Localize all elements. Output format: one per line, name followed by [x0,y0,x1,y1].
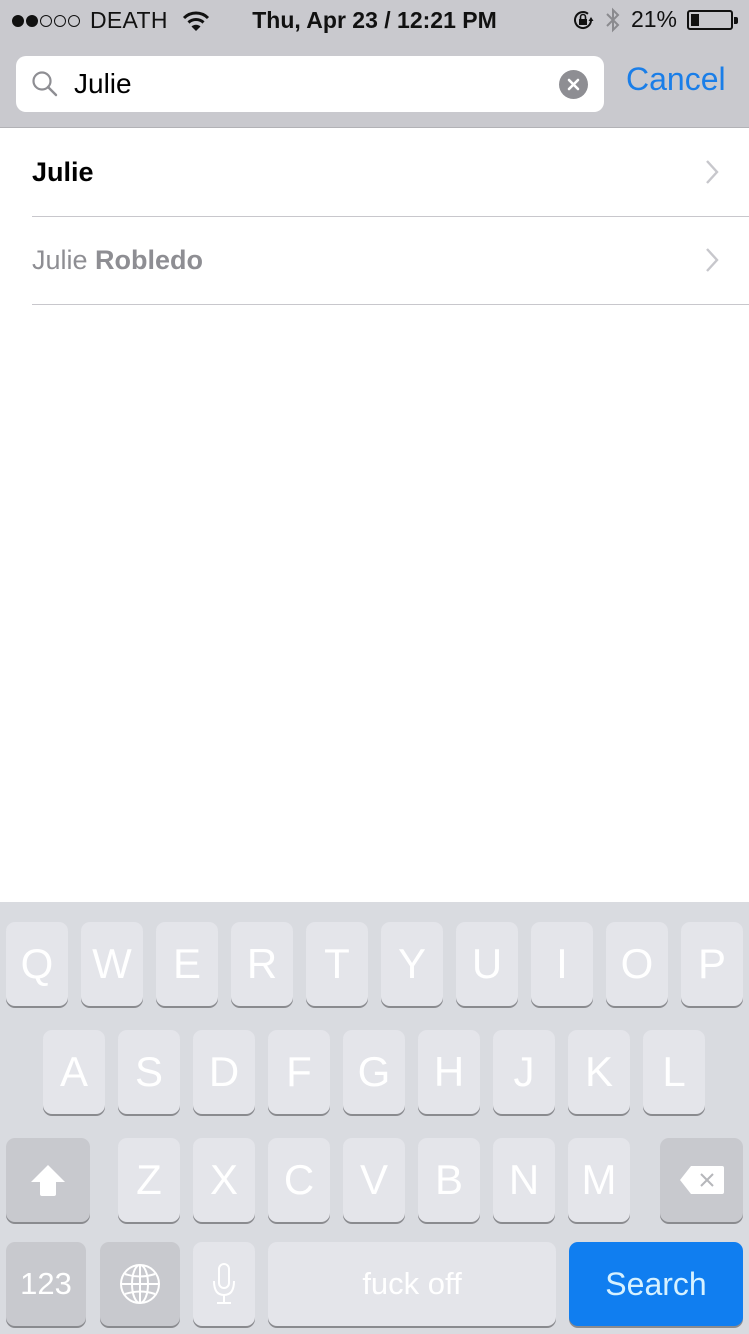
status-bar: DEATH Thu, Apr 23 / 12:21 PM 21% [0,0,749,42]
globe-key[interactable] [100,1242,180,1326]
delete-key[interactable] [660,1138,743,1222]
key-t[interactable]: T [306,922,368,1006]
key-p[interactable]: P [681,922,743,1006]
key-o[interactable]: O [606,922,668,1006]
key-j[interactable]: J [493,1030,555,1114]
key-e[interactable]: E [156,922,218,1006]
contact-name: Julie Robledo [32,245,203,276]
list-item[interactable]: Julie [32,129,749,217]
key-y[interactable]: Y [381,922,443,1006]
cancel-button[interactable]: Cancel [626,61,726,98]
key-h[interactable]: H [418,1030,480,1114]
key-i[interactable]: I [531,922,593,1006]
shift-key[interactable] [6,1138,90,1222]
battery-icon [687,9,738,30]
key-v[interactable]: V [343,1138,405,1222]
key-d[interactable]: D [193,1030,255,1114]
keyboard: QWERTYUIOP ASDFGHJKL ZXCVBNM 123 fuck of… [0,902,749,1334]
bluetooth-icon [606,7,620,32]
key-m[interactable]: M [568,1138,630,1222]
microphone-icon [213,1263,235,1304]
contact-first-name: Julie [32,245,88,275]
backspace-icon [679,1166,724,1194]
contact-name: Julie [32,157,94,188]
shift-arrow-icon [31,1165,65,1196]
key-s[interactable]: S [118,1030,180,1114]
key-k[interactable]: K [568,1030,630,1114]
search-icon [32,71,58,97]
battery-percent: 21% [630,6,677,32]
key-b[interactable]: B [418,1138,480,1222]
space-key[interactable]: fuck off [268,1242,556,1326]
numbers-key[interactable]: 123 [6,1242,86,1326]
chevron-right-icon [706,248,719,272]
key-a[interactable]: A [43,1030,105,1114]
search-field[interactable] [16,56,604,112]
key-c[interactable]: C [268,1138,330,1222]
search-header: DEATH Thu, Apr 23 / 12:21 PM 21% Julie C… [0,0,749,128]
key-n[interactable]: N [493,1138,555,1222]
key-x[interactable]: X [193,1138,255,1222]
key-l[interactable]: L [643,1030,705,1114]
close-icon [567,78,580,91]
search-results-list: Julie Julie Robledo [0,129,749,305]
globe-icon [120,1264,160,1304]
battery-tip [734,16,738,24]
key-r[interactable]: R [231,922,293,1006]
key-q[interactable]: Q [6,922,68,1006]
key-u[interactable]: U [456,922,518,1006]
clear-search-button[interactable] [559,70,588,99]
battery-level [691,13,699,26]
list-item[interactable]: Julie Robledo [32,217,749,305]
key-w[interactable]: W [81,922,143,1006]
key-z[interactable]: Z [118,1138,180,1222]
key-g[interactable]: G [343,1030,405,1114]
search-return-key[interactable]: Search [569,1242,743,1326]
key-f[interactable]: F [268,1030,330,1114]
contact-last-name: Robledo [95,245,204,275]
search-input[interactable] [74,56,544,112]
rotation-lock-icon [573,10,594,29]
status-right: 21% [571,6,738,33]
contact-first-name: Julie [32,157,94,187]
chevron-right-icon [706,160,719,184]
dictation-key[interactable] [193,1242,255,1326]
